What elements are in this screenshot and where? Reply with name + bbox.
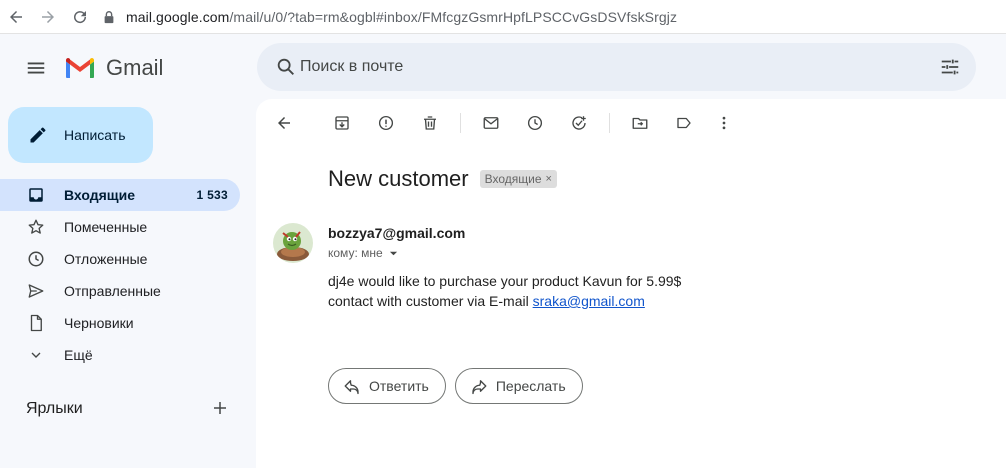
sidebar-item-sent[interactable]: Отправленные — [0, 275, 240, 307]
clock-icon — [26, 249, 46, 269]
lock-icon — [102, 9, 118, 25]
snooze-button[interactable] — [521, 109, 549, 137]
arrow-right-icon — [42, 10, 54, 23]
url-path: /mail/u/0/?tab=rm&ogbl#inbox/FMfcgzGsmrH… — [229, 8, 678, 25]
toolbar-divider — [609, 113, 610, 133]
report-icon — [378, 115, 394, 131]
sidebar-item-label: Отправленные — [64, 283, 161, 299]
send-icon — [26, 281, 46, 301]
search-input[interactable] — [300, 58, 900, 76]
body-line: contact with customer via E-mail sraka@g… — [328, 291, 681, 311]
sender-avatar[interactable] — [273, 223, 313, 263]
clock-icon — [527, 115, 543, 131]
labels-title: Ярлыки — [26, 400, 83, 417]
report-spam-button[interactable] — [372, 109, 400, 137]
sidebar-item-label: Помеченные — [64, 219, 148, 235]
gmail-logo-text: Gmail — [106, 55, 164, 80]
url-host: mail.google.com — [126, 8, 230, 25]
body-line: dj4e would like to purchase your product… — [328, 273, 682, 289]
forward-icon — [472, 380, 487, 395]
add-label-icon[interactable] — [210, 398, 230, 418]
label-icon — [677, 117, 691, 129]
sidebar-nav: Входящие 1 533 Помеченные Отложенные Отп… — [0, 179, 256, 371]
body-line-prefix: contact with customer via E-mail — [328, 293, 533, 309]
gmail-header: Gmail — [0, 34, 1006, 100]
message-actions: Ответить Переслать — [328, 368, 592, 404]
search-bar[interactable] — [257, 43, 976, 91]
delete-button[interactable] — [416, 109, 444, 137]
sender-email[interactable]: bozzya7@gmail.com — [328, 225, 465, 241]
inbox-icon — [26, 185, 46, 205]
sidebar-item-label: Входящие — [64, 187, 135, 203]
reply-icon — [344, 380, 359, 395]
gmail-logo[interactable]: Gmail — [64, 55, 163, 81]
mark-unread-button[interactable] — [477, 109, 505, 137]
toolbar-divider — [460, 113, 461, 133]
remove-label-icon[interactable]: × — [546, 173, 552, 185]
draft-icon — [26, 313, 46, 333]
labels-button[interactable] — [670, 109, 698, 137]
url-text: mail.google.com/mail/u/0/?tab=rm&ogbl#in… — [126, 9, 677, 25]
chevron-down-icon — [26, 345, 46, 365]
reply-button[interactable]: Ответить — [328, 368, 446, 404]
message-body: dj4e would like to purchase your product… — [328, 271, 681, 311]
label-chip-text: Входящие — [484, 172, 542, 186]
sidebar-item-label: Черновики — [64, 315, 134, 331]
arrow-left-icon — [10, 10, 22, 23]
gmail-logo-icon — [66, 58, 94, 78]
sidebar-item-more[interactable]: Ещё — [0, 339, 240, 371]
star-icon — [26, 217, 46, 237]
more-vert-icon — [722, 116, 726, 130]
archive-button[interactable] — [328, 109, 356, 137]
arrow-left-icon — [278, 117, 290, 129]
add-to-tasks-button[interactable] — [565, 109, 593, 137]
add-task-icon — [572, 116, 586, 130]
folder-move-icon — [632, 117, 648, 129]
message-view: New customer Входящие × bozzya7@gmail.co… — [256, 99, 1006, 468]
sidebar-item-starred[interactable]: Помеченные — [0, 211, 240, 243]
reload-icon — [74, 10, 87, 23]
address-bar[interactable]: mail.google.com/mail/u/0/?tab=rm&ogbl#in… — [102, 3, 677, 31]
sidebar-item-label: Отложенные — [64, 251, 148, 267]
archive-icon — [335, 116, 349, 130]
caret-down-icon[interactable] — [389, 248, 399, 258]
sidebar-item-drafts[interactable]: Черновики — [0, 307, 240, 339]
sidebar-item-inbox[interactable]: Входящие 1 533 — [0, 179, 240, 211]
subject-row: New customer Входящие × — [328, 166, 557, 192]
back-to-inbox-button[interactable] — [270, 109, 298, 137]
forward-button[interactable] — [32, 0, 64, 34]
browser-toolbar: mail.google.com/mail/u/0/?tab=rm&ogbl#in… — [0, 0, 1006, 34]
reload-button[interactable] — [64, 0, 96, 34]
recipient-text: кому: мне — [328, 246, 383, 260]
trash-icon — [424, 116, 436, 130]
main-menu-button[interactable] — [16, 48, 56, 88]
more-actions-button[interactable] — [710, 109, 738, 137]
forward-button-message[interactable]: Переслать — [454, 368, 583, 404]
unread-count: 1 533 — [196, 188, 228, 202]
mail-icon — [483, 117, 499, 129]
sidebar-item-label: Ещё — [64, 347, 93, 363]
forward-label: Переслать — [495, 378, 566, 394]
back-button[interactable] — [0, 0, 32, 34]
message-toolbar — [270, 109, 738, 137]
hamburger-icon — [27, 62, 45, 74]
message-subject: New customer — [328, 166, 469, 191]
labels-section-header: Ярлыки — [26, 396, 234, 422]
compose-label: Написать — [64, 127, 126, 143]
compose-button[interactable]: Написать — [8, 107, 153, 163]
search-icon[interactable] — [257, 43, 299, 91]
inbox-label-chip[interactable]: Входящие × — [479, 170, 557, 188]
sidebar-item-snoozed[interactable]: Отложенные — [0, 243, 240, 275]
reply-label: Ответить — [369, 378, 429, 394]
move-to-button[interactable] — [626, 109, 654, 137]
search-options-icon[interactable] — [938, 55, 962, 79]
recipient-row[interactable]: кому: мне — [328, 246, 399, 260]
email-link[interactable]: sraka@gmail.com — [533, 293, 645, 309]
pencil-icon — [30, 127, 46, 143]
